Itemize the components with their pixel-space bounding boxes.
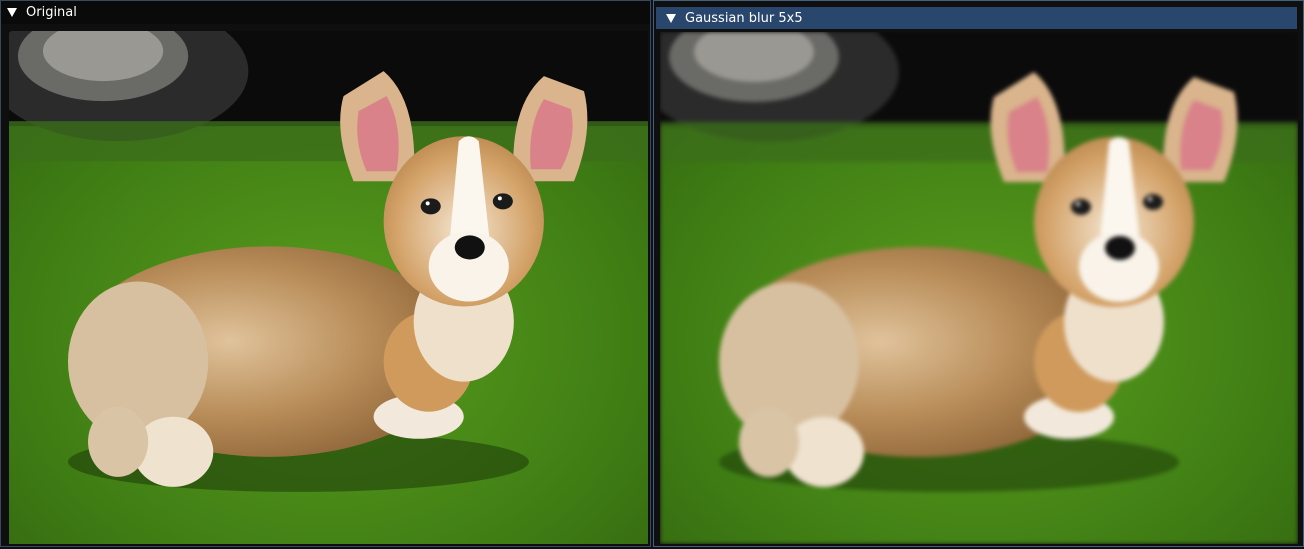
blur-window: Gaussian blur 5x5 [653,0,1304,547]
corgi-photo [9,31,648,544]
collapse-triangle-icon[interactable] [7,8,17,17]
window-title: Original [26,5,77,20]
original-window: Original [0,0,651,547]
blur-titlebar[interactable]: Gaussian blur 5x5 [656,7,1297,29]
collapse-triangle-icon[interactable] [666,13,676,23]
original-titlebar[interactable]: Original [1,1,650,24]
blurred-image [660,32,1298,544]
window-title: Gaussian blur 5x5 [685,10,803,26]
corgi-photo-blurred [660,32,1298,544]
original-image [9,31,648,544]
